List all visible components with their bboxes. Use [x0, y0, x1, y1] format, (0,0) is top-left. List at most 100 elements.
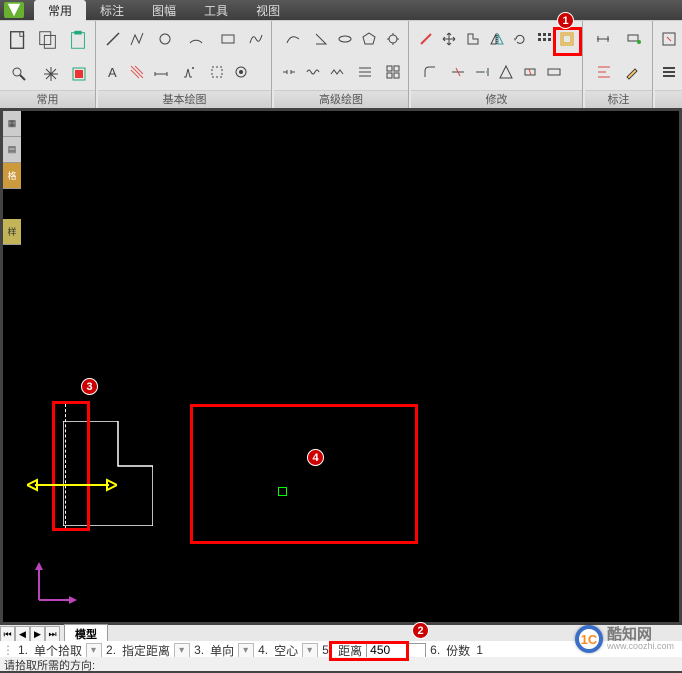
panel-common: 常用 [0, 21, 96, 108]
opt6-num: 6. [428, 643, 442, 657]
tab-common[interactable]: 常用 [34, 0, 86, 21]
palette-item[interactable]: ▤ [3, 137, 21, 163]
array-icon[interactable] [533, 28, 555, 50]
paste-icon[interactable] [65, 26, 91, 54]
tab-first-icon[interactable]: ⏮ [0, 626, 15, 642]
pan-icon[interactable] [36, 63, 66, 85]
fillet-icon[interactable] [415, 61, 445, 83]
tab-next-icon[interactable]: ▶ [30, 626, 45, 642]
tab-frame[interactable]: 图幅 [138, 0, 190, 21]
circle-icon[interactable] [150, 28, 180, 50]
opt3-select[interactable] [238, 643, 254, 658]
rotate-icon[interactable] [509, 28, 531, 50]
tab-last-icon[interactable]: ⏭ [45, 626, 60, 642]
watermark-name: 酷知网 [607, 627, 674, 642]
opt6-value: 1 [474, 643, 485, 657]
text-icon[interactable]: A [102, 61, 124, 83]
new-file-icon[interactable] [4, 26, 32, 54]
dim-align-icon[interactable] [620, 28, 649, 50]
hatch-icon[interactable] [126, 61, 148, 83]
stretch-icon[interactable] [543, 61, 565, 83]
ucs-icon [33, 562, 77, 606]
line-icon[interactable] [102, 28, 124, 50]
copy-icon[interactable] [34, 26, 62, 54]
palette-item[interactable]: 格 [3, 163, 21, 189]
erase-icon[interactable] [415, 28, 437, 50]
ribbon-tabs: 常用 标注 图幅 工具 视图 [34, 0, 294, 21]
polyline-icon[interactable] [126, 28, 148, 50]
title-bar: 常用 标注 图幅 工具 视图 [0, 0, 682, 20]
break-icon[interactable] [519, 61, 541, 83]
tab-view[interactable]: 视图 [242, 0, 294, 21]
wave-icon[interactable] [302, 61, 324, 83]
dim-edit-icon[interactable] [621, 61, 643, 83]
palette-sep [3, 189, 21, 219]
zoom-icon[interactable] [4, 63, 34, 85]
palette-item[interactable]: ▦ [3, 111, 21, 137]
panel-label-basic: 基本绘图 [98, 90, 271, 108]
zigzag-icon[interactable] [326, 61, 348, 83]
panel-label-advanced: 高级绘图 [274, 90, 408, 108]
panel-label-dimension: 标注 [585, 90, 652, 108]
table-icon[interactable] [350, 61, 380, 83]
trim-icon[interactable] [447, 61, 469, 83]
opt2-select[interactable] [174, 643, 190, 658]
panel-extra [655, 21, 682, 108]
opt2-num: 2. [104, 643, 118, 657]
gap-icon[interactable] [278, 61, 300, 83]
opt-sep: ⋮ [2, 643, 14, 657]
palette-item[interactable]: 样 [3, 219, 21, 245]
callout-3: 3 [81, 378, 98, 395]
opt1-select[interactable] [86, 643, 102, 658]
callout-4: 4 [307, 449, 324, 466]
opt2-label: 指定距离 [120, 642, 172, 659]
dimension-icon[interactable] [150, 61, 172, 83]
watermark-url: www.coozhi.com [607, 642, 674, 651]
scale-icon[interactable] [495, 61, 517, 83]
direction-arrow [27, 477, 117, 493]
opt4-label: 空心 [272, 642, 300, 659]
panel-label-extra [655, 90, 682, 108]
opt4-select[interactable] [302, 643, 318, 658]
extend-icon[interactable] [471, 61, 493, 83]
block-icon[interactable] [206, 61, 228, 83]
callout-2: 2 [412, 622, 429, 639]
arc-icon[interactable] [182, 28, 212, 50]
layers-icon[interactable] [68, 63, 90, 85]
tab-prev-icon[interactable]: ◀ [15, 626, 30, 642]
panel-advanced-draw: 高级绘图 [274, 21, 409, 108]
insert-icon[interactable] [659, 28, 678, 50]
point-icon[interactable] [174, 61, 204, 83]
watermark: 1C 酷知网 www.coozhi.com [575, 625, 674, 653]
opt4-num: 4. [256, 643, 270, 657]
highlight-box-4 [190, 404, 418, 544]
opt1-num: 1. [16, 643, 30, 657]
gear-draw-icon[interactable] [382, 28, 404, 50]
spline2-icon[interactable] [278, 28, 308, 50]
highlight-box-2 [329, 641, 409, 661]
ellipse-icon[interactable] [334, 28, 356, 50]
clip-icon[interactable] [462, 28, 484, 50]
drawing-canvas[interactable]: ▦ ▤ 格 样 3 4 [0, 108, 682, 625]
grid-icon[interactable] [382, 61, 404, 83]
tab-annotation[interactable]: 标注 [86, 0, 138, 21]
spline-icon[interactable] [245, 28, 267, 50]
opt1-label: 单个拾取 [32, 642, 84, 659]
region-icon[interactable] [230, 61, 252, 83]
dim-style-icon[interactable] [589, 61, 619, 83]
tab-tools[interactable]: 工具 [190, 0, 242, 21]
crosshair-cursor [278, 487, 287, 496]
menu-icon[interactable] [659, 61, 678, 83]
polygon-icon[interactable] [358, 28, 380, 50]
opt6-label: 份数 [444, 642, 472, 659]
mirror-icon[interactable] [486, 28, 508, 50]
app-logo [4, 2, 24, 18]
panel-label-modify: 修改 [411, 90, 582, 108]
angle-icon[interactable] [310, 28, 332, 50]
move-icon[interactable] [439, 28, 461, 50]
dim-linear-icon[interactable] [589, 28, 618, 50]
highlight-box-1 [553, 27, 582, 56]
callout-1: 1 [557, 12, 574, 29]
rectangle-icon[interactable] [213, 28, 243, 50]
opt3-num: 3. [192, 643, 206, 657]
